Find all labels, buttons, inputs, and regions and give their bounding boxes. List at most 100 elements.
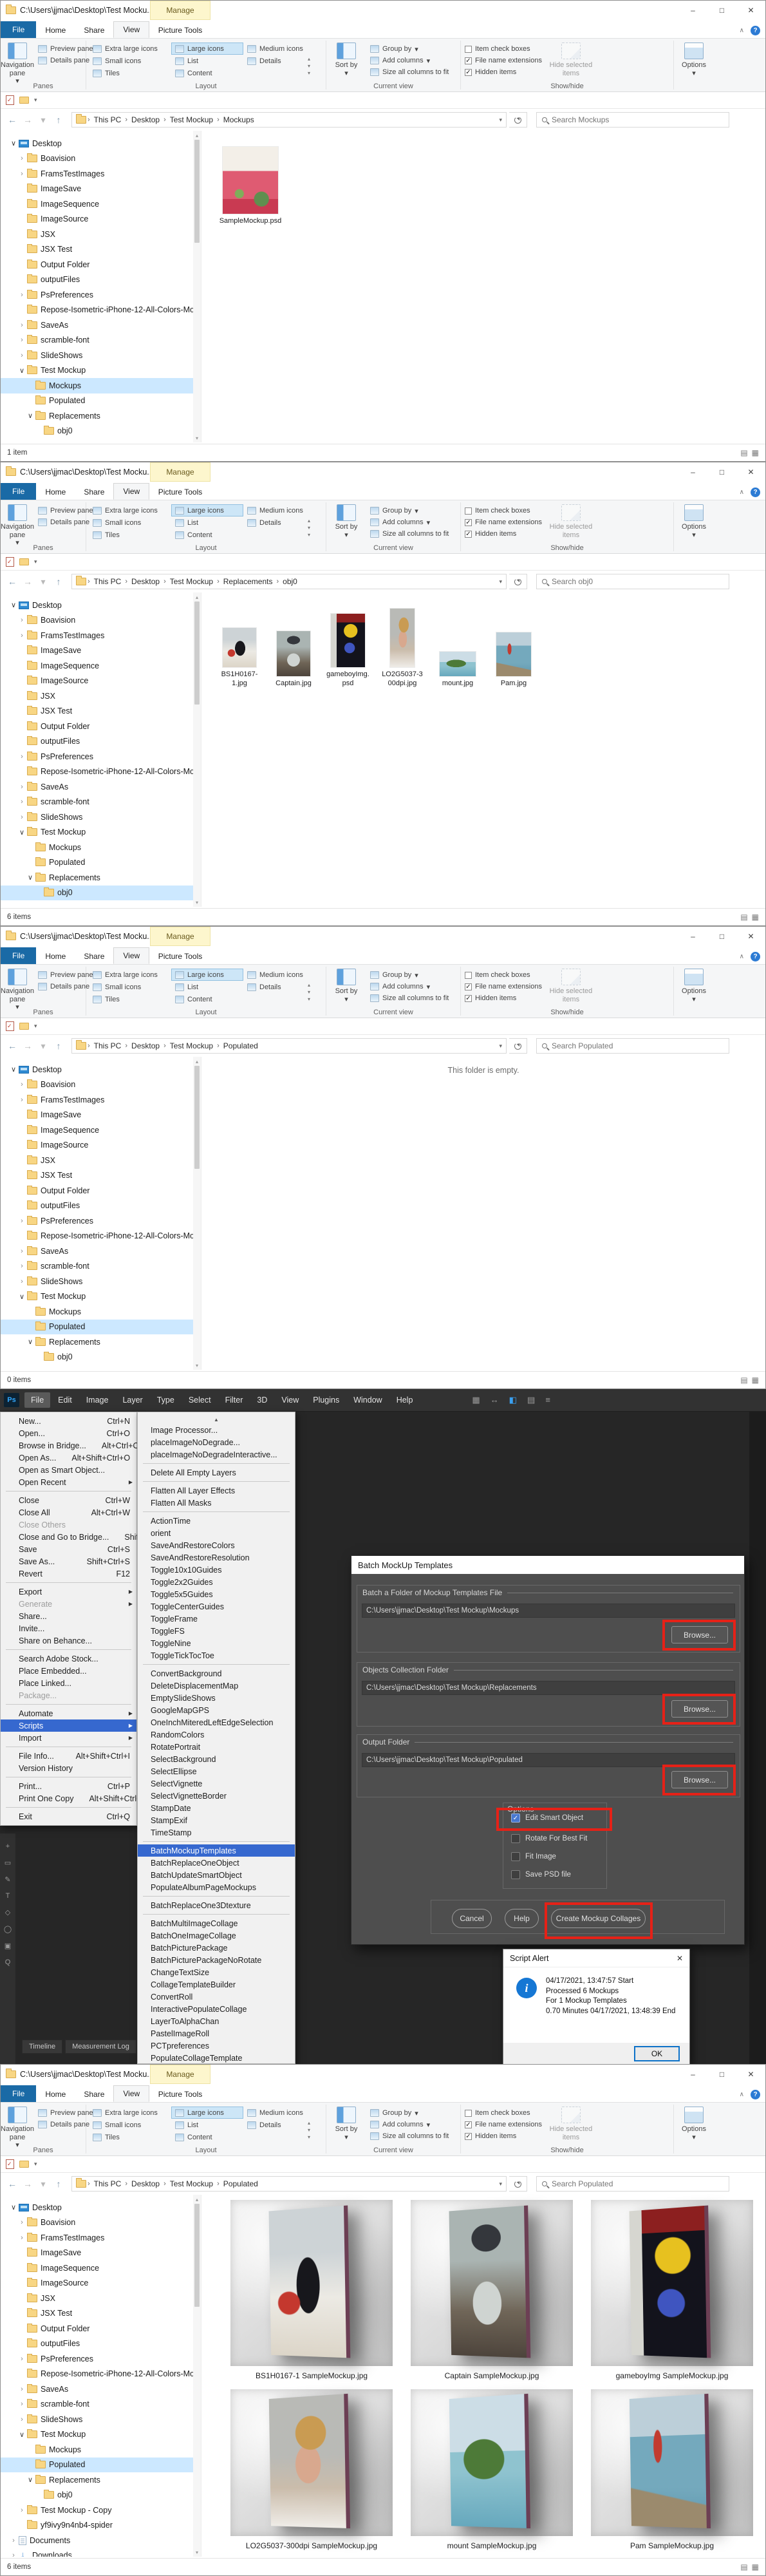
sidebar-item-imagesequence[interactable]: ImageSequence [1, 196, 201, 212]
qat-customize-icon[interactable]: ▾ [34, 558, 37, 565]
help-icon[interactable]: ? [751, 2090, 760, 2099]
chevron-right-icon[interactable]: › [18, 1081, 26, 1088]
tab-view[interactable]: View [113, 947, 150, 964]
help-button[interactable]: Help [505, 1909, 539, 1928]
up-icon[interactable]: ↑ [52, 576, 65, 587]
chevron-down-icon[interactable]: ∨ [26, 873, 34, 882]
ps-tool-icon[interactable]: + [6, 1842, 10, 1850]
script-item-toggle2x2guides[interactable]: Toggle2x2Guides [138, 1576, 295, 1588]
view-option-tiles[interactable]: Tiles [89, 67, 171, 79]
details-view-icon[interactable]: ▤ [740, 2562, 747, 2571]
sidebar-item-slideshows[interactable]: › SlideShows [1, 348, 201, 363]
chevron-right-icon[interactable]: › [18, 798, 26, 806]
chevron-right-icon[interactable]: › [18, 155, 26, 162]
help-icon[interactable]: ? [751, 952, 760, 961]
ps-toolbar-icon[interactable]: ▦ [472, 1395, 480, 1405]
sidebar-item-saveas[interactable]: › SaveAs [1, 779, 201, 795]
sidebar-item-imagesource[interactable]: ImageSource [1, 2276, 201, 2291]
sidebar-item-obj0[interactable]: obj0 [1, 1350, 201, 1365]
sidebar-item-desktop[interactable]: ∨ Desktop [1, 2200, 201, 2215]
details-view-icon[interactable]: ▤ [740, 913, 747, 922]
sidebar-item-jsx[interactable]: JSX [1, 688, 201, 704]
script-item-batchreplaceone3dtexture[interactable]: BatchReplaceOne3Dtexture [138, 1899, 295, 1911]
tab-picture-tools[interactable]: Picture Tools [150, 2087, 210, 2102]
sidebar-item-populated[interactable]: Populated [1, 2457, 201, 2472]
ok-button[interactable]: OK [634, 2046, 680, 2061]
sidebar-item-desktop[interactable]: ∨ Desktop [1, 136, 201, 151]
browse-button-1[interactable]: Browse... [671, 1626, 728, 1643]
sidebar-item-imagesource[interactable]: ImageSource [1, 674, 201, 689]
view-option-small-icons[interactable]: Small icons [89, 516, 171, 529]
view-option-large-icons[interactable]: Large icons [171, 969, 243, 981]
sidebar-item-mockups[interactable]: Mockups [1, 1304, 201, 1320]
current-view-button[interactable]: Add columns ▾ [366, 516, 453, 528]
chevron-right-icon[interactable]: › [18, 2506, 26, 2514]
show-hide-check-file-name-extensions[interactable]: ✓ File name extensions [461, 2119, 546, 2130]
breadcrumb-segment[interactable]: This PC [91, 576, 124, 587]
sidebar-item-repose-isometric-iphone-12-all-colors-mockup[interactable]: Repose-Isometric-iPhone-12-All-Colors-Mo… [1, 764, 201, 780]
script-item-placeimagenodegrade-[interactable]: placeImageNoDegrade... [138, 1436, 295, 1448]
sidebar-item-imagesource[interactable]: ImageSource [1, 212, 201, 227]
forward-icon[interactable]: → [21, 115, 34, 125]
menu-item-share-[interactable]: Share... [1, 1610, 136, 1622]
sidebar-item-repose-isometric-iphone-12-all-colors-mockup[interactable]: Repose-Isometric-iPhone-12-All-Colors-Mo… [1, 2367, 201, 2382]
scrollbar-thumb[interactable] [194, 140, 200, 243]
tab-view[interactable]: View [113, 2085, 150, 2102]
ps-menu-image[interactable]: Image [80, 1392, 115, 1408]
sidebar-item-boavision[interactable]: › Boavision [1, 2215, 201, 2231]
view-option-list[interactable]: List [171, 2119, 243, 2131]
file-list-area[interactable]: SampleMockup.psd [201, 131, 765, 442]
scroll-down-icon[interactable]: ▾ [196, 898, 198, 907]
title-bar[interactable]: C:\Users\jjmac\Desktop\Test Mocku... Mana… [1, 1, 765, 20]
sidebar-item-mockups[interactable]: Mockups [1, 2442, 201, 2458]
current-view-button[interactable]: Size all columns to fit [366, 66, 453, 78]
chevron-down-icon[interactable]: ∨ [18, 1293, 26, 1301]
option-check-rotate-for-best-fit[interactable]: Rotate For Best Fit [511, 1834, 588, 1843]
view-option-tiles[interactable]: Tiles [89, 993, 171, 1005]
chevron-right-icon[interactable]: › [18, 291, 26, 299]
script-item-timestamp[interactable]: TimeStamp [138, 1826, 295, 1839]
ps-menu-file[interactable]: File [24, 1392, 51, 1408]
ps-menu-help[interactable]: Help [390, 1392, 420, 1408]
search-input[interactable]: Search Populated [536, 1038, 729, 1054]
script-item-togglenine[interactable]: ToggleNine [138, 1637, 295, 1649]
photoshop-logo-icon[interactable]: Ps [4, 1393, 19, 1407]
chevron-right-icon[interactable]: › [18, 321, 26, 329]
path-dropdown-icon[interactable]: ▾ [499, 2181, 502, 2188]
view-option-small-icons[interactable]: Small icons [89, 981, 171, 993]
sidebar-item-imagesequence[interactable]: ImageSequence [1, 2260, 201, 2276]
sidebar-item-imagesave[interactable]: ImageSave [1, 182, 201, 197]
qat-customize-icon[interactable]: ▾ [34, 1023, 37, 1030]
script-item-emptyslideshows[interactable]: EmptySlideShows [138, 1692, 295, 1704]
scroll-up-icon[interactable]: ▴ [196, 2195, 198, 2204]
view-option-extra-large-icons[interactable]: Extra large icons [89, 969, 171, 981]
sidebar-item-jsx[interactable]: JSX [1, 227, 201, 242]
show-hide-check-hidden-items[interactable]: ✓ Hidden items [461, 66, 546, 78]
path-dropdown-icon[interactable]: ▾ [499, 117, 502, 124]
script-item-layertoalphachan[interactable]: LayerToAlphaChan [138, 2015, 295, 2027]
file-item[interactable]: BS1H0167-1 SampleMockup.jpg [230, 2200, 393, 2380]
option-check-fit-image[interactable]: Fit Image [511, 1852, 556, 1861]
path-field[interactable]: C:\Users\jjmac\Desktop\Test Mockup\Repla… [362, 1681, 735, 1695]
menu-item-close-and-go-to-bridge-[interactable]: Close and Go to Bridge...Shift+Ctrl+W [1, 1531, 170, 1543]
current-view-button[interactable]: Group by ▾ [366, 2107, 453, 2119]
ps-tool-icon[interactable]: ◇ [5, 1908, 10, 1917]
view-option-large-icons[interactable]: Large icons [171, 43, 243, 55]
cancel-button[interactable]: Cancel [452, 1909, 492, 1928]
sidebar-item-boavision[interactable]: › Boavision [1, 1077, 201, 1093]
close-button[interactable]: ✕ [736, 2065, 765, 2084]
menu-item-exit[interactable]: Exit Ctrl+Q [1, 1810, 136, 1823]
breadcrumb-segment[interactable]: Test Mockup [167, 1040, 216, 1052]
sidebar-item-scramble-font[interactable]: › scramble-font [1, 2397, 201, 2412]
view-option-medium-icons[interactable]: Medium icons [243, 43, 306, 55]
chevron-right-icon[interactable]: › [18, 170, 26, 178]
sidebar-item-outputfiles[interactable]: outputFiles [1, 272, 201, 288]
path-field[interactable]: C:\Users\jjmac\Desktop\Test Mockup\Mocku… [362, 1604, 735, 1618]
breadcrumb[interactable]: › This PC › Desktop › Test Mockup › Mockups ▾ [71, 112, 507, 128]
help-icon[interactable]: ? [751, 488, 760, 497]
close-button[interactable]: ✕ [736, 927, 765, 946]
sidebar-item-output-folder[interactable]: Output Folder [1, 1183, 201, 1198]
breadcrumb[interactable]: › This PC › Desktop › Test Mockup › Populated ▾ [71, 1038, 507, 1054]
scroll-down-icon[interactable]: ▾ [196, 2548, 198, 2557]
maximize-button[interactable]: □ [707, 1, 736, 20]
